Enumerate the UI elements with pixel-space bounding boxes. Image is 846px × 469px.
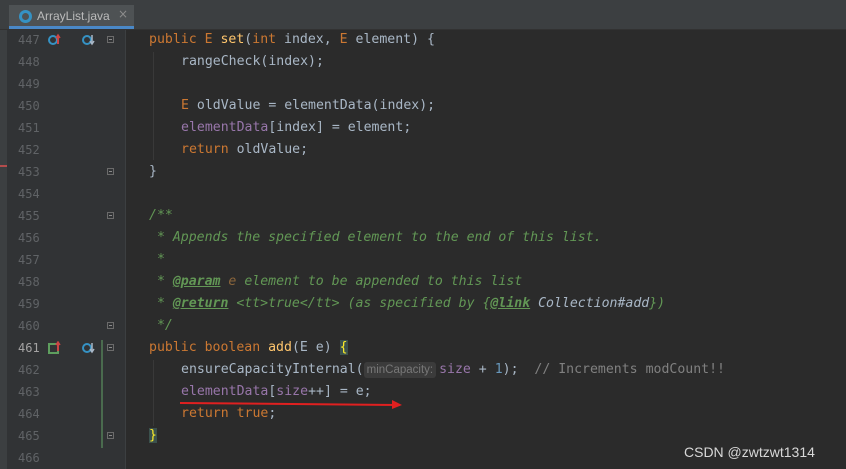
code-line-450[interactable]: E oldValue = elementData(index); [181,98,435,113]
code-line-447[interactable]: public E set(int index, E element) { [149,32,435,47]
line-number: 451 [18,121,40,135]
line-number: 452 [18,143,40,157]
fold-marker[interactable] [107,168,114,175]
code-line-462[interactable]: ensureCapacityInternal(minCapacity: size … [181,362,725,378]
parameter-hint: minCapacity: [363,362,437,378]
matched-brace: { [339,340,348,355]
code-line-453[interactable]: } [149,164,157,179]
editor-tab-bar: ArrayList.java × [0,0,846,30]
line-number: 459 [18,297,40,311]
indent-guide [153,360,154,426]
line-number: 462 [18,363,40,377]
line-number: 465 [18,429,40,443]
code-line-456[interactable]: * Appends the specified element to the e… [149,230,602,245]
close-icon[interactable]: × [118,7,128,21]
line-number: 454 [18,187,40,201]
fold-marker[interactable] [107,36,114,43]
tab-label: ArrayList.java [37,9,110,23]
annotation-arrow [179,400,402,409]
line-number: 464 [18,407,40,421]
line-number: 456 [18,231,40,245]
implemented-method-icon[interactable] [81,33,95,47]
line-number: 449 [18,77,40,91]
vcs-change-bar[interactable] [101,340,103,448]
gutter-divider [125,30,126,469]
implemented-method-icon-add[interactable] [81,341,95,355]
line-number: 455 [18,209,40,223]
fold-marker[interactable] [107,322,114,329]
fold-marker[interactable] [107,344,114,351]
line-number: 461 [18,341,40,355]
fold-marker[interactable] [107,432,114,439]
override-method-icon-add[interactable] [47,341,61,355]
line-number: 453 [18,165,40,179]
line-number: 448 [18,55,40,69]
indent-guide [153,52,154,160]
java-class-icon [19,10,32,23]
code-line-465[interactable]: } [149,428,157,443]
line-number: 447 [18,33,40,47]
code-line-452[interactable]: return oldValue; [181,142,308,157]
code-line-451[interactable]: elementData[index] = element; [181,120,411,135]
matched-brace: } [149,428,157,443]
line-number: 457 [18,253,40,267]
line-number: 460 [18,319,40,333]
code-line-459[interactable]: * @return <tt>true</tt> (as specified by… [149,296,665,311]
line-number: 466 [18,451,40,465]
override-method-icon[interactable] [47,33,61,47]
code-line-458[interactable]: * @param e element to be appended to thi… [149,274,522,289]
code-line-448[interactable]: rangeCheck(index); [181,54,324,69]
code-line-460[interactable]: */ [149,318,173,333]
line-number: 450 [18,99,40,113]
tab-arraylist-java[interactable]: ArrayList.java × [9,5,134,29]
code-line-457[interactable]: * [149,252,165,267]
code-line-455[interactable]: /** [149,208,173,223]
left-tool-strip [0,30,7,469]
watermark: CSDN @zwtzwt1314 [684,444,815,460]
error-stripe-marker [0,165,7,167]
line-number: 458 [18,275,40,289]
editor-gutter[interactable] [0,30,125,469]
code-line-461[interactable]: public boolean add(E e) { [149,340,348,355]
fold-marker[interactable] [107,212,114,219]
line-number: 463 [18,385,40,399]
